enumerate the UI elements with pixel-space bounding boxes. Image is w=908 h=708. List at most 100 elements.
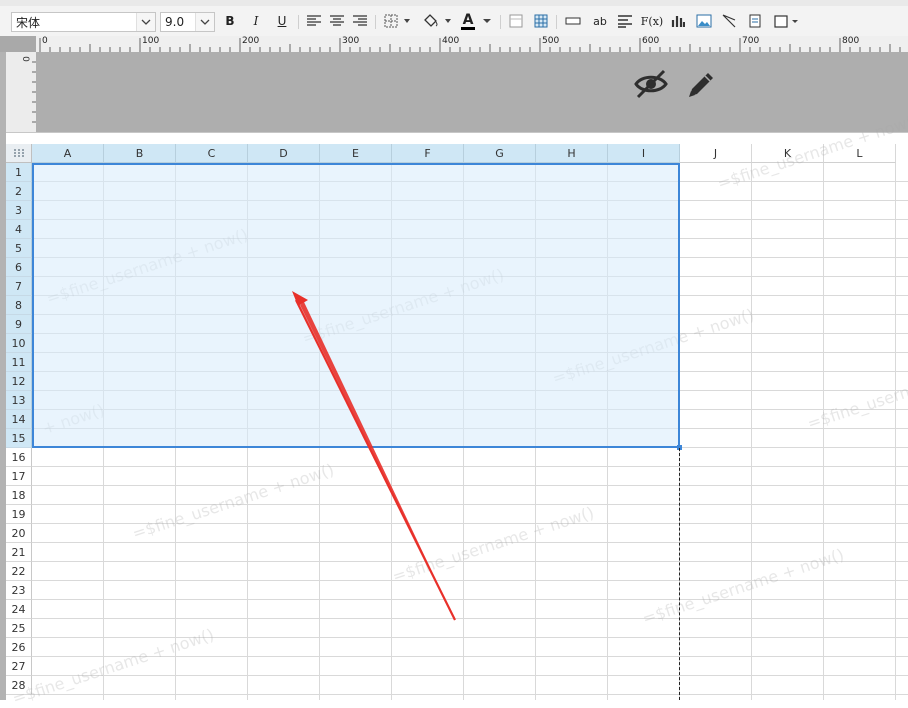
ruler-tick-label: 800: [842, 36, 860, 46]
row-header-1[interactable]: 1: [6, 163, 32, 182]
align-left-icon: [307, 15, 321, 26]
image-button[interactable]: [694, 11, 714, 31]
row-header-3[interactable]: 3: [6, 201, 32, 220]
paragraph-icon: [618, 15, 632, 28]
row-header-12[interactable]: 12: [6, 372, 32, 391]
column-header-d[interactable]: D: [248, 144, 320, 163]
align-center-button[interactable]: [328, 11, 346, 31]
chart-button[interactable]: [669, 11, 687, 31]
chevron-down-icon[interactable]: [136, 13, 155, 31]
border-icon: [384, 14, 410, 28]
ruler-tick-label: 200: [242, 36, 260, 46]
pencil-icon: [689, 73, 713, 97]
bold-button[interactable]: B: [221, 11, 239, 31]
ruler-tick-label: 0: [42, 36, 48, 46]
column-header-a[interactable]: A: [32, 144, 104, 163]
text-field-button[interactable]: [563, 11, 583, 31]
paragraph-button[interactable]: [616, 11, 634, 31]
chevron-down-icon[interactable]: [195, 13, 214, 31]
column-header-e[interactable]: E: [320, 144, 392, 163]
row-header-18[interactable]: 18: [6, 486, 32, 505]
font-size-select[interactable]: 9.0: [160, 12, 215, 32]
frame-dropdown[interactable]: [772, 11, 800, 31]
row-header-5[interactable]: 5: [6, 239, 32, 258]
font-color-dropdown[interactable]: A: [458, 11, 494, 31]
row-header-22[interactable]: 22: [6, 562, 32, 581]
row-header-13[interactable]: 13: [6, 391, 32, 410]
column-header-l[interactable]: L: [824, 144, 896, 163]
hide-toggle-button[interactable]: [634, 68, 670, 100]
page-break-line: [679, 448, 680, 700]
sub-report-button[interactable]: [746, 11, 764, 31]
border-style-dropdown[interactable]: [382, 11, 414, 31]
column-header-k[interactable]: K: [752, 144, 824, 163]
formula-button[interactable]: F(x): [640, 11, 664, 31]
column-header-f[interactable]: F: [392, 144, 464, 163]
column-header-i[interactable]: I: [608, 144, 680, 163]
select-all-corner[interactable]: [6, 144, 32, 163]
ruler-corner: [0, 36, 36, 52]
italic-button[interactable]: I: [247, 11, 265, 31]
row-header-8[interactable]: 8: [6, 296, 32, 315]
row-header-7[interactable]: 7: [6, 277, 32, 296]
toolbar-divider: [298, 15, 299, 29]
ruler-tick-label: 100: [142, 36, 160, 46]
text-wrap-button[interactable]: ab: [589, 11, 611, 31]
ruler-tick-label: 300: [342, 36, 360, 46]
formatting-toolbar: 宋体 9.0 B I U A ab F(x): [0, 6, 908, 37]
column-header-b[interactable]: B: [104, 144, 176, 163]
ruler-tick-label: 600: [642, 36, 660, 46]
bar-chart-icon: [671, 16, 685, 27]
toolbar-divider: [500, 15, 501, 29]
slash-button[interactable]: [720, 11, 738, 31]
grip-icon: [13, 149, 24, 157]
font-color-swatch: [461, 27, 475, 30]
diagonal-line-icon: [722, 14, 736, 28]
row-header-11[interactable]: 11: [6, 353, 32, 372]
grid-table-button[interactable]: [532, 11, 550, 31]
font-family-select[interactable]: 宋体: [11, 12, 156, 32]
row-header-27[interactable]: 27: [6, 657, 32, 676]
merge-cells-button[interactable]: [507, 11, 525, 31]
frame-icon: [774, 15, 798, 28]
horizontal-ruler: 0 100 200 300 400 500 600 700 800: [36, 36, 908, 53]
page-header-area: [36, 52, 908, 132]
row-header-28[interactable]: 28: [6, 676, 32, 695]
row-header-15[interactable]: 15: [6, 429, 32, 448]
column-header-h[interactable]: H: [536, 144, 608, 163]
row-header-23[interactable]: 23: [6, 581, 32, 600]
fill-color-dropdown[interactable]: [420, 11, 454, 31]
row-header-24[interactable]: 24: [6, 600, 32, 619]
image-icon: [696, 14, 712, 28]
table-icon: [509, 14, 523, 28]
align-right-icon: [353, 15, 367, 26]
align-right-button[interactable]: [351, 11, 369, 31]
row-header-20[interactable]: 20: [6, 524, 32, 543]
column-header-j[interactable]: J: [680, 144, 752, 163]
row-header-26[interactable]: 26: [6, 638, 32, 657]
row-header-4[interactable]: 4: [6, 220, 32, 239]
row-header-21[interactable]: 21: [6, 543, 32, 562]
row-header-19[interactable]: 19: [6, 505, 32, 524]
row-header-6[interactable]: 6: [6, 258, 32, 277]
row-header-2[interactable]: 2: [6, 182, 32, 201]
row-header-17[interactable]: 17: [6, 467, 32, 486]
font-color-label: A: [462, 12, 474, 28]
row-header-9[interactable]: 9: [6, 315, 32, 334]
document-icon: [749, 14, 761, 28]
ruler-tick-label: 400: [442, 36, 460, 46]
ruler-tick-label: 500: [542, 36, 560, 46]
row-header-16[interactable]: 16: [6, 448, 32, 467]
column-header-g[interactable]: G: [464, 144, 536, 163]
row-header-14[interactable]: 14: [6, 410, 32, 429]
eye-slash-icon: [634, 69, 668, 99]
align-left-button[interactable]: [305, 11, 323, 31]
underline-button[interactable]: U: [273, 11, 291, 31]
ruler-tick-label: 700: [742, 36, 760, 46]
column-header-c[interactable]: C: [176, 144, 248, 163]
font-family-value: 宋体: [16, 15, 41, 30]
edit-header-button[interactable]: [685, 68, 721, 100]
row-header-10[interactable]: 10: [6, 334, 32, 353]
selected-range[interactable]: [32, 163, 680, 448]
row-header-25[interactable]: 25: [6, 619, 32, 638]
